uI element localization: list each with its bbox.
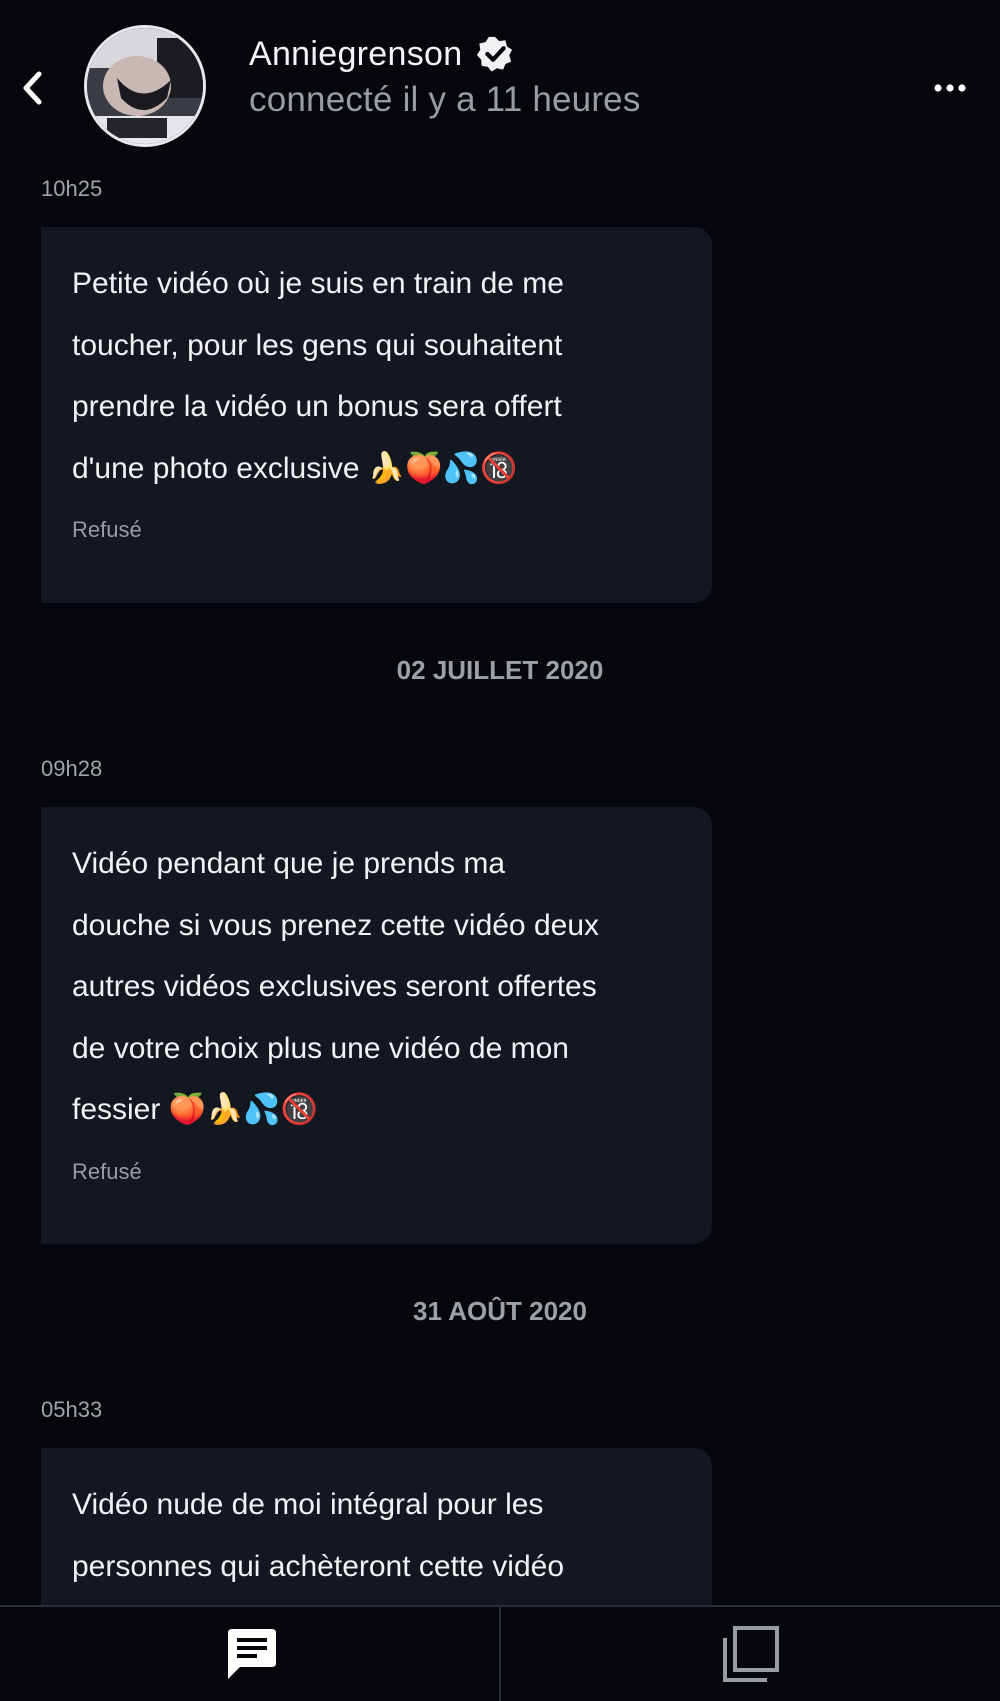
message-text: Petite vidéo où je suis en train de me t… [72, 267, 564, 485]
chevron-left-icon [23, 71, 42, 105]
bottom-navigation [0, 1605, 1000, 1701]
verified-badge-icon [477, 36, 513, 72]
message-text: Vidéo nude de moi intégral pour les pers… [72, 1488, 564, 1583]
last-seen-status: connecté il y a 11 heures [249, 80, 641, 119]
more-horizontal-icon [934, 84, 966, 92]
tab-messages[interactable] [0, 1607, 499, 1701]
avatar-image [87, 28, 203, 144]
contact-name[interactable]: Anniegrenson [249, 35, 462, 74]
back-button[interactable] [10, 60, 54, 116]
message-bubble[interactable]: Petite vidéo où je suis en train de me t… [41, 227, 712, 603]
more-options-button[interactable] [930, 70, 970, 106]
contact-info: Anniegrenson connecté il y a 11 heures [249, 30, 641, 120]
tab-gallery[interactable] [501, 1607, 1000, 1701]
message-text: Vidéo pendant que je prends ma douche si… [72, 847, 600, 1126]
gallery-stack-icon [722, 1626, 779, 1682]
message-status: Refusé [72, 1158, 142, 1184]
message-time: 10h25 [41, 176, 103, 201]
message-time: 05h33 [41, 1397, 103, 1422]
message-bubble[interactable]: Vidéo pendant que je prends ma douche si… [41, 807, 712, 1244]
message-time: 09h28 [41, 756, 103, 781]
chat-message-icon [227, 1629, 276, 1679]
chat-screen: Anniegrenson connecté il y a 11 heures 1… [0, 0, 1000, 1701]
avatar[interactable] [84, 25, 206, 147]
message-status: Refusé [72, 517, 142, 542]
chat-header: Anniegrenson connecté il y a 11 heures [0, 0, 1000, 170]
date-separator: 02 JUILLET 2020 [396, 655, 604, 685]
date-separator: 31 AOÛT 2020 [413, 1296, 587, 1326]
